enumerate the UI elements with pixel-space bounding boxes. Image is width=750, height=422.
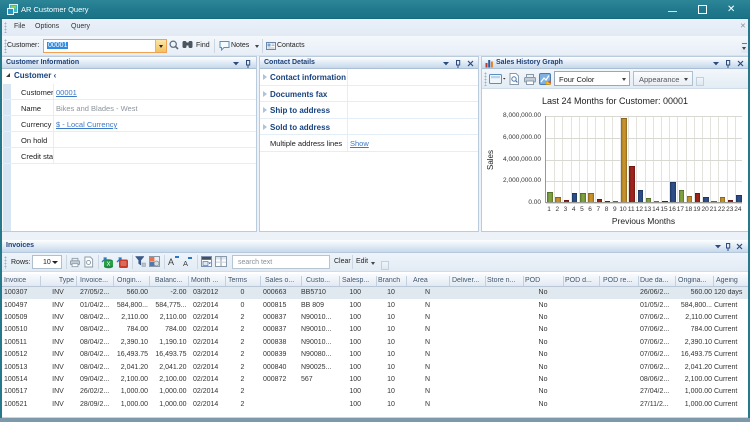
svg-text:X: X xyxy=(106,262,110,268)
